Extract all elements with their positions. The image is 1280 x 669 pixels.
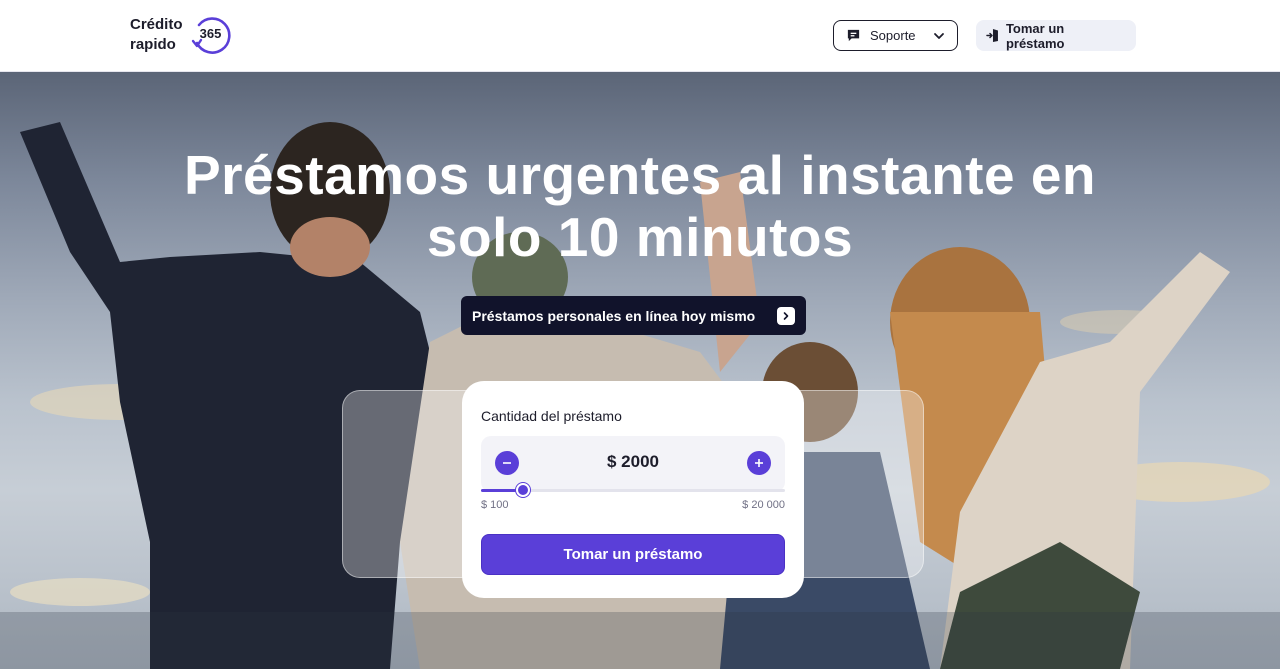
support-dropdown-button[interactable]: Soporte: [833, 20, 958, 51]
increase-amount-button[interactable]: [747, 451, 771, 475]
take-loan-button[interactable]: Tomar un préstamo: [481, 534, 785, 575]
logo-badge-number: 365: [199, 26, 222, 41]
logo-text-line2: rapido: [130, 36, 176, 53]
login-door-icon: [986, 29, 998, 42]
hero-title: Préstamos urgentes al instante en solo 1…: [183, 144, 1097, 268]
loan-amount-heading: Cantidad del préstamo: [481, 408, 622, 424]
logo[interactable]: Crédito rapido 365: [130, 15, 231, 55]
support-label: Soporte: [870, 28, 916, 43]
plus-icon: [755, 459, 763, 467]
hero-section: Préstamos urgentes al instante en solo 1…: [0, 72, 1280, 669]
header-take-loan-button[interactable]: Tomar un préstamo: [976, 20, 1136, 51]
chevron-down-icon: [934, 32, 944, 39]
header-take-loan-label: Tomar un préstamo: [1005, 20, 1065, 51]
loan-calculator-card: Cantidad del préstamo $ 2000 $ 100 $ 20 …: [462, 381, 804, 598]
slider-min-label: $ 100: [481, 499, 509, 511]
logo-text: Crédito rapido: [130, 15, 183, 55]
loan-amount-value: $ 2000: [607, 452, 659, 471]
logo-badge: 365: [191, 15, 231, 55]
site-header: Crédito rapido 365 Soporte Tomar un prés…: [0, 0, 1280, 72]
chevron-right-icon: [777, 306, 795, 325]
personal-loans-pill[interactable]: Préstamos personales en línea hoy mismo: [461, 296, 806, 335]
chat-icon: [847, 29, 860, 42]
loan-amount-slider[interactable]: [481, 483, 785, 497]
slider-fill: [481, 489, 516, 492]
personal-loans-pill-label: Préstamos personales en línea hoy mismo: [472, 307, 756, 324]
logo-text-line1: Crédito: [130, 16, 183, 33]
slider-max-label: $ 20 000: [742, 499, 785, 511]
slider-thumb[interactable]: [516, 483, 530, 497]
